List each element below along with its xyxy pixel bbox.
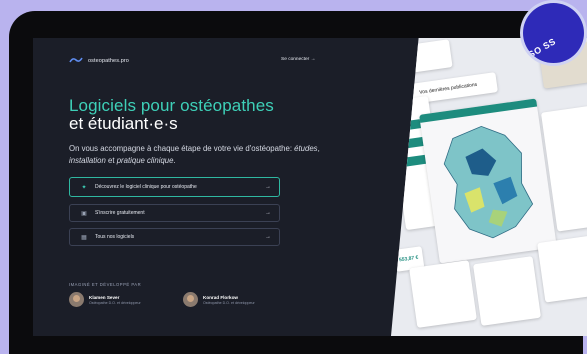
author-card: Konrad Florkow Ostéopathe D.O. et dévelo… bbox=[183, 292, 255, 307]
logo-text: osteopathes.pro bbox=[88, 57, 129, 64]
sticker-badge: SO SS bbox=[520, 0, 587, 66]
author-role: Ostéopathe D.O. et développeur bbox=[89, 300, 141, 305]
preview-stat-value: 553,87 € bbox=[398, 254, 419, 264]
preview-illustration-card bbox=[472, 256, 542, 326]
avatar bbox=[69, 292, 84, 307]
signin-link[interactable]: Se connecter → bbox=[281, 57, 315, 62]
avatar bbox=[183, 292, 198, 307]
grid-icon: ▦ bbox=[81, 234, 87, 241]
hero-panel: osteopathes.pro Se connecter → Logiciels… bbox=[33, 38, 403, 336]
subtitle-text: On vous accompagne à chaque étape de vot… bbox=[69, 144, 295, 153]
author-name: Konrad Florkow bbox=[203, 294, 238, 300]
france-map-card bbox=[419, 98, 557, 264]
signup-label: S'inscrire gratuitement bbox=[95, 210, 145, 216]
screen: osteopathes.pro Se connecter → Logiciels… bbox=[33, 38, 587, 336]
all-software-label: Tous nos logiciels bbox=[95, 234, 135, 240]
discover-software-button[interactable]: ✦ Découvrez le logiciel clinique pour os… bbox=[69, 177, 280, 197]
author-name: Klamen Sever bbox=[89, 294, 120, 300]
subtitle-sep: et bbox=[105, 156, 117, 165]
all-software-button[interactable]: ▦ Tous nos logiciels → bbox=[69, 228, 280, 246]
hero-subtitle: On vous accompagne à chaque étape de vot… bbox=[69, 143, 329, 167]
subtitle-em-etudes: études bbox=[294, 144, 318, 153]
author-card: Klamen Sever Ostéopathe D.O. et développ… bbox=[69, 292, 141, 307]
arrow-right-icon: → bbox=[265, 184, 271, 190]
subtitle-sep: , bbox=[317, 144, 320, 153]
arrow-right-icon: → bbox=[265, 210, 271, 216]
france-map bbox=[443, 125, 534, 239]
author-role: Ostéopathe D.O. et développeur bbox=[203, 300, 255, 305]
app-preview-collage: Vos dernières publications 553,87 € bbox=[391, 38, 587, 336]
subtitle-em-pratique: pratique clinique bbox=[116, 156, 174, 165]
logo[interactable]: osteopathes.pro bbox=[69, 57, 129, 64]
preview-illustration-card bbox=[537, 233, 587, 303]
subtitle-em-installation: installation bbox=[69, 156, 106, 165]
hero-title-line1: Logiciels pour ostéopathes bbox=[69, 96, 274, 115]
sparkle-icon: ✦ bbox=[81, 184, 87, 191]
credits-heading: IMAGINÉ ET DÉVELOPPÉ PAR bbox=[69, 282, 142, 287]
signup-button[interactable]: ▣ S'inscrire gratuitement → bbox=[69, 204, 280, 222]
logo-icon bbox=[69, 57, 83, 64]
publications-title: Vos dernières publications bbox=[418, 81, 478, 96]
discover-software-label: Découvrez le logiciel clinique pour osté… bbox=[95, 184, 197, 190]
arrow-right-icon: → bbox=[265, 234, 271, 240]
camera-icon: ▣ bbox=[81, 210, 87, 217]
subtitle-end: . bbox=[173, 156, 176, 165]
hero-title-line2: et étudiant·e·s bbox=[69, 114, 178, 133]
sticker-badge-graphic: SO SS bbox=[526, 36, 558, 60]
preview-illustration-card bbox=[409, 260, 477, 328]
